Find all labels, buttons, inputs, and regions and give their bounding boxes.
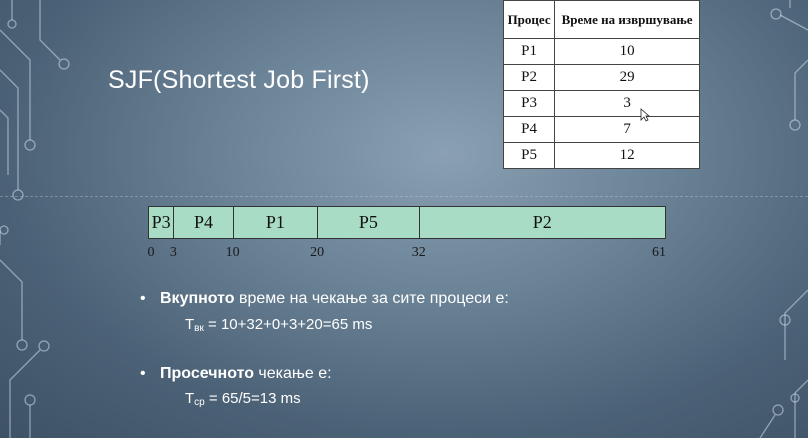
formula-expression: = 10+32+0+3+20=65 ms: [203, 316, 373, 333]
cell-process: P1: [502, 38, 556, 65]
table-row: P5 12: [502, 142, 700, 169]
gantt-segment: P4: [174, 207, 234, 238]
formula-average-wait: Tср = 65/5=13 ms: [185, 390, 301, 408]
table-row: P3 3: [502, 90, 700, 117]
bullet-bold-text: Вкупното: [160, 290, 235, 307]
gantt-tick-label: 3: [169, 245, 177, 260]
cell-time: 7: [554, 116, 700, 143]
table-header-row: Процес Време на извршување: [502, 0, 700, 39]
bullet-dot-icon: •: [140, 365, 146, 382]
cell-process: P2: [502, 64, 556, 91]
cell-time: 10: [554, 38, 700, 65]
header-process: Процес: [502, 0, 556, 39]
table-row: P2 29: [502, 64, 700, 91]
gantt-tick-label: 0: [147, 245, 155, 260]
gantt-segment: P3: [149, 207, 175, 238]
slide-divider: [0, 196, 808, 197]
cell-process: P5: [502, 142, 556, 169]
gantt-segment: P1: [234, 207, 319, 238]
cell-process: P4: [502, 116, 556, 143]
formula-symbol: T: [185, 390, 195, 407]
gantt-tick-label: 61: [652, 245, 666, 260]
gantt-tick-label: 20: [310, 245, 325, 260]
table-row: P4 7: [502, 116, 700, 143]
cell-time: 12: [554, 142, 700, 169]
bullet-average-wait: • Просечното чекање е:: [140, 365, 332, 383]
bullet-text: чекање е:: [253, 365, 332, 382]
bullet-text: време на чекање за сите процеси е:: [234, 290, 509, 307]
process-table: Процес Време на извршување P1 10 P2 29 P…: [502, 0, 700, 169]
gantt-segment: P5: [318, 207, 420, 238]
formula-total-wait: Tвк = 10+32+0+3+20=65 ms: [185, 316, 372, 334]
cell-process: P3: [502, 90, 556, 117]
formula-subscript: вк: [194, 323, 204, 334]
formula-symbol: T: [185, 316, 195, 333]
mouse-cursor-icon: [640, 108, 650, 122]
slide-title: SJF(Shortest Job First): [108, 66, 370, 94]
gantt-chart: P3 P4 P1 P5 P2: [148, 206, 666, 239]
header-exec-time: Време на извршување: [554, 0, 700, 39]
formula-expression: = 65/5=13 ms: [204, 390, 301, 407]
bullet-dot-icon: •: [140, 290, 146, 307]
gantt-tick-label: 32: [411, 245, 426, 260]
gantt-tick-label: 10: [225, 245, 240, 260]
cell-time: 29: [554, 64, 700, 91]
table-row: P1 10: [502, 38, 700, 65]
bullet-bold-text: Просечното: [160, 365, 254, 382]
formula-subscript: ср: [194, 397, 205, 408]
cell-time: 3: [554, 90, 700, 117]
bullet-total-wait: • Вкупното време на чекање за сите процес…: [140, 290, 509, 308]
gantt-segment: P2: [532, 212, 552, 232]
